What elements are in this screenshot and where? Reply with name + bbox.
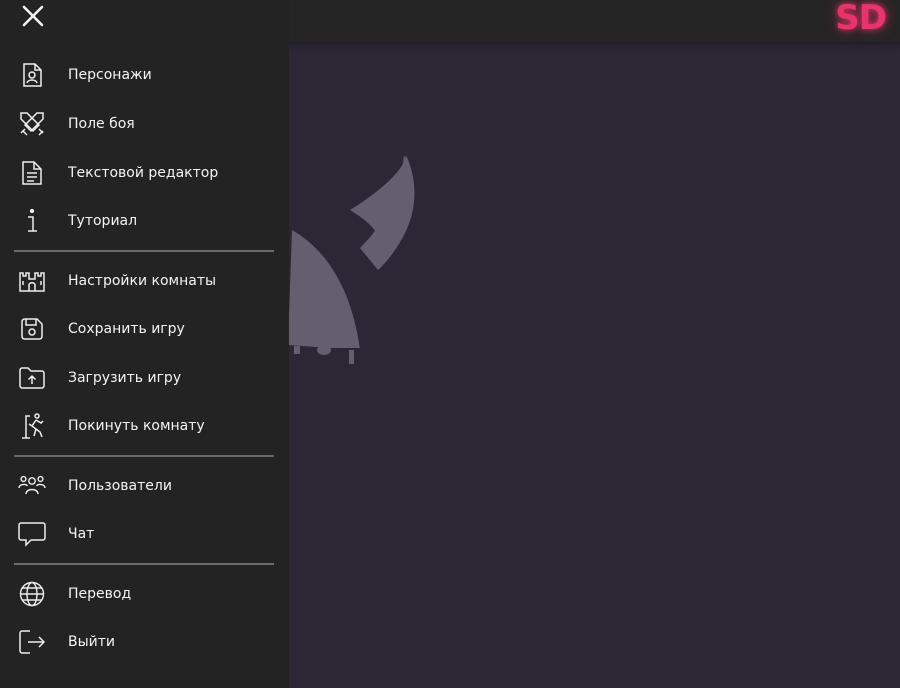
castle-icon [18,267,46,295]
menu-item-text-editor[interactable]: Текстовой редактор [0,151,289,195]
menu-item-label: Перевод [68,586,132,602]
globe-icon [18,580,46,608]
save-icon [18,315,46,343]
chat-icon [18,520,46,548]
divider [14,455,274,457]
menu-item-label: Персонажи [68,67,152,83]
app-logo[interactable]: SD [835,0,887,38]
menu-item-room-settings[interactable]: Настройки комнаты [0,259,289,303]
menu-item-translate[interactable]: Перевод [0,572,289,616]
users-icon [18,472,46,500]
menu-item-label: Загрузить игру [68,370,182,386]
menu-item-label: Покинуть комнату [68,418,205,434]
menu-item-label: Пользователи [68,478,172,494]
menu-item-label: Выйти [68,634,116,650]
menu-item-label: Текстовой редактор [68,165,219,181]
menu-item-chat[interactable]: Чат [0,512,289,556]
character-sheet-icon [18,61,46,89]
menu-item-load-game[interactable]: Загрузить игру [0,356,289,400]
divider [14,563,274,565]
menu-item-logout[interactable]: Выйти [0,620,289,664]
folder-upload-icon [18,364,46,392]
logout-icon [18,628,46,656]
menu-item-leave-room[interactable]: Покинуть комнату [0,404,289,448]
leave-room-icon [18,412,46,440]
menu-item-label: Настройки комнаты [68,273,217,289]
info-icon [18,207,46,235]
menu-item-label: Туториал [68,213,138,229]
menu-item-label: Поле боя [68,116,135,132]
crossed-swords-icon [18,110,46,138]
menu-item-users[interactable]: Пользователи [0,464,289,508]
close-icon[interactable] [18,2,48,32]
document-icon [18,159,46,187]
menu-item-label: Сохранить игру [68,321,185,337]
menu-item-battlefield[interactable]: Поле боя [0,102,289,146]
menu-item-save-game[interactable]: Сохранить игру [0,307,289,351]
menu-item-tutorial[interactable]: Туториал [0,199,289,243]
navigation-drawer: Персонажи Поле боя Текстовой редактор Ту… [0,0,289,688]
divider [14,250,274,252]
menu-item-characters[interactable]: Персонажи [0,53,289,97]
menu-item-label: Чат [68,526,95,542]
